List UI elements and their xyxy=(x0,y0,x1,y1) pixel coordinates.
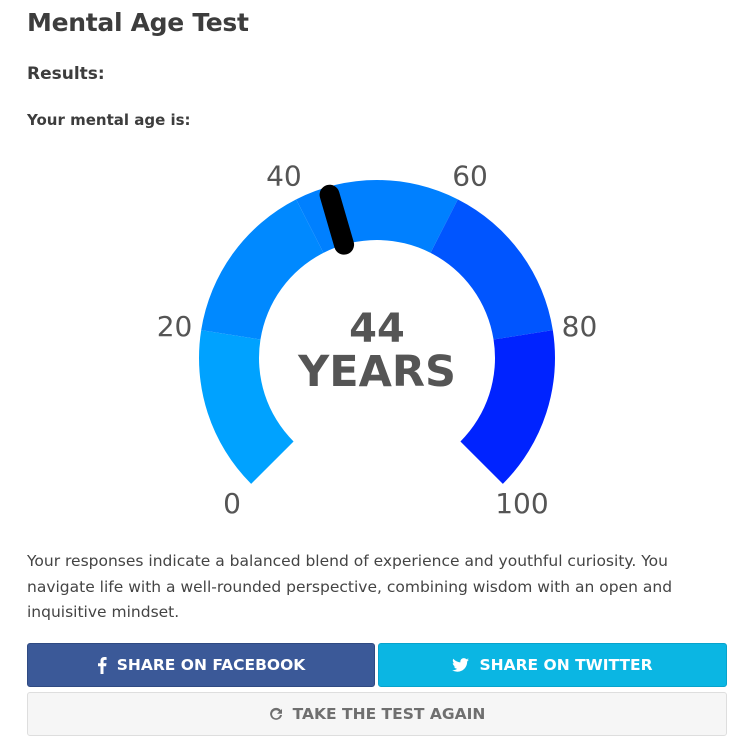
take-test-again-label: TAKE THE TEST AGAIN xyxy=(292,705,486,723)
age-gauge: 0 20 40 60 80 100 44 YEARS xyxy=(157,159,598,520)
share-twitter-label: SHARE ON TWITTER xyxy=(479,656,653,674)
gauge-segment-20-40 xyxy=(201,199,324,340)
twitter-icon xyxy=(452,658,470,672)
share-facebook-button[interactable]: SHARE ON FACEBOOK xyxy=(27,643,375,687)
gauge-segment-60-80 xyxy=(430,199,553,340)
facebook-icon xyxy=(97,656,107,674)
gauge-tick-label-40: 40 xyxy=(266,159,302,192)
gauge-tick-label-20: 20 xyxy=(157,310,193,343)
gauge-tick-label-0: 0 xyxy=(223,487,241,520)
gauge-needle-bar xyxy=(319,184,355,255)
refresh-icon xyxy=(269,707,283,721)
gauge-tick-label-80: 80 xyxy=(562,310,598,343)
gauge-segment-0-20 xyxy=(199,330,294,484)
take-test-again-button[interactable]: TAKE THE TEST AGAIN xyxy=(27,692,727,736)
gauge-needle xyxy=(319,184,355,255)
gauge-tick-label-100: 100 xyxy=(495,487,548,520)
gauge-segment-80-100 xyxy=(460,330,555,484)
result-description: Your responses indicate a balanced blend… xyxy=(27,552,673,621)
share-facebook-label: SHARE ON FACEBOOK xyxy=(116,656,306,674)
gauge-unit: YEARS xyxy=(297,347,456,397)
gauge-tick-label-60: 60 xyxy=(452,159,488,192)
share-twitter-button[interactable]: SHARE ON TWITTER xyxy=(378,643,727,687)
gauge-value: 44 xyxy=(349,306,405,352)
